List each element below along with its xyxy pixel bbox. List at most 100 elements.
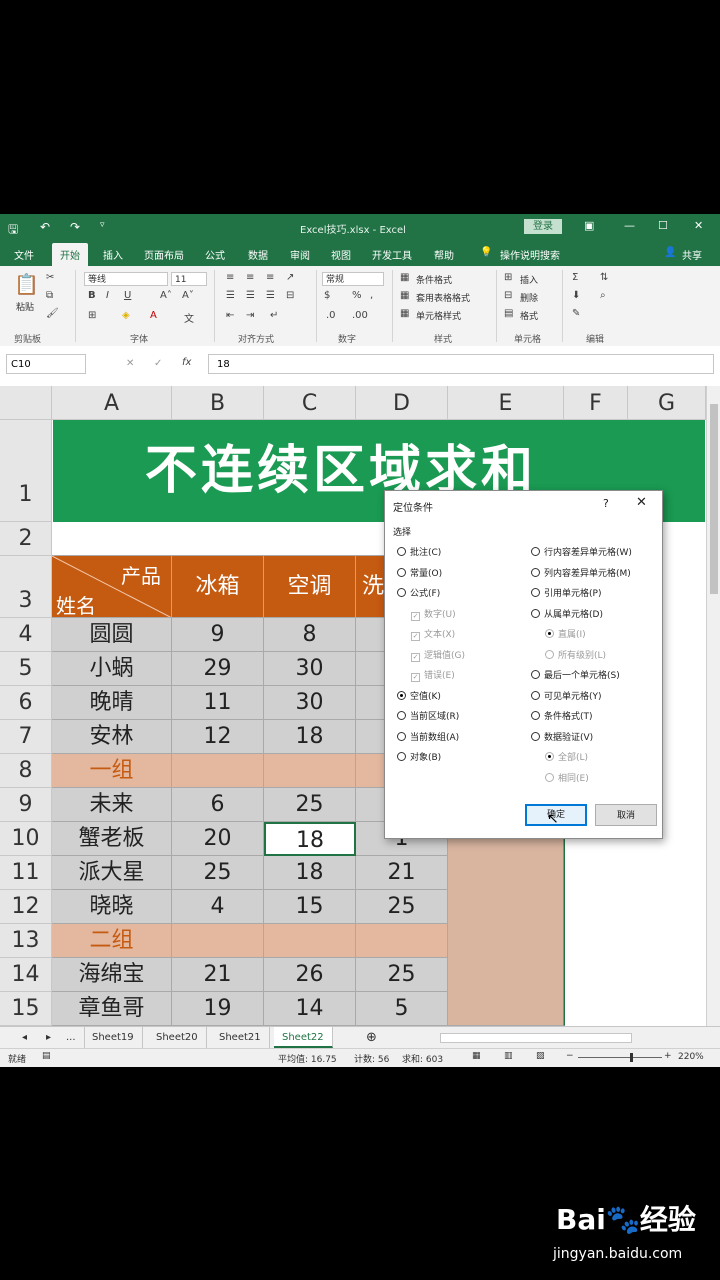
delete-cells-icon[interactable]: ⊟ [504,290,512,301]
cell-styles-button[interactable]: 单元格样式 [416,309,461,322]
autosum-icon[interactable]: Σ [572,272,578,283]
option-radio[interactable]: 对象(B) [397,751,441,765]
italic-icon[interactable]: I [106,290,109,301]
conditional-format-button[interactable]: 条件格式 [416,273,452,286]
format-cells-button[interactable]: 格式 [520,309,538,322]
tab-data[interactable]: 数据 [248,247,268,262]
fill-color-icon[interactable]: ◈ [122,310,130,321]
row-header[interactable]: 5 [0,652,52,686]
tab-page-layout[interactable]: 页面布局 [144,247,184,262]
save-icon[interactable]: 🖫 [8,220,18,241]
name-cell[interactable]: 蟹老板 [52,822,172,856]
column-header-d[interactable]: D [356,386,448,420]
prev-sheet-icon[interactable]: ◂ [14,1027,35,1048]
zoom-slider[interactable] [578,1057,662,1058]
value-cell[interactable] [264,754,356,788]
name-cell[interactable]: 章鱼哥 [52,992,172,1026]
column-header-c[interactable]: C [264,386,356,420]
increase-font-icon[interactable]: A˄ [160,290,172,301]
cut-icon[interactable]: ✂ [46,272,54,283]
value-cell[interactable]: 5 [356,992,448,1026]
wrap-text-icon[interactable]: ↵ [270,310,278,321]
percent-icon[interactable]: % [352,290,362,301]
page-layout-view-icon[interactable]: ▥ [504,1051,513,1061]
customize-icon[interactable]: ▿ [100,220,105,230]
confirm-entry-icon[interactable]: ✓ [154,358,162,369]
tab-review[interactable]: 审阅 [290,247,310,262]
value-cell[interactable]: 14 [264,992,356,1026]
clear-icon[interactable]: ✎ [572,308,580,319]
decrease-indent-icon[interactable]: ⇤ [226,310,234,321]
sheet-tab[interactable]: Sheet19 [84,1027,143,1048]
cancel-button[interactable]: 取消 [595,804,657,826]
align-left-icon[interactable]: ☰ [226,290,235,301]
option-radio[interactable]: 批注(C) [397,546,441,560]
select-all-corner[interactable] [0,386,52,420]
row-header[interactable]: 11 [0,856,52,890]
option-radio[interactable]: 常量(O) [397,567,442,581]
tab-developer[interactable]: 开发工具 [372,247,412,262]
decrease-font-icon[interactable]: A˅ [182,290,194,301]
format-as-table-button[interactable]: 套用表格格式 [416,291,470,304]
row-header[interactable]: 7 [0,720,52,754]
format-table-icon[interactable]: ▦ [400,290,409,301]
column-e-fill[interactable] [448,822,564,1026]
align-bottom-icon[interactable]: ≡ [266,272,274,283]
column-header-g[interactable]: G [628,386,706,420]
row-header[interactable]: 6 [0,686,52,720]
formula-input[interactable]: 18 [208,354,714,374]
value-cell[interactable]: 8 [264,618,356,652]
page-break-view-icon[interactable]: ▨ [536,1051,545,1061]
column-header-a[interactable]: A [52,386,172,420]
option-radio[interactable]: 条件格式(T) [531,710,593,724]
more-sheets[interactable]: ... [58,1027,85,1048]
value-cell[interactable]: 26 [264,958,356,992]
row-header[interactable]: 10 [0,822,52,856]
value-cell[interactable]: 21 [172,958,264,992]
row-header[interactable]: 2 [0,522,52,556]
value-cell[interactable]: 25 [172,856,264,890]
ribbon-display-icon[interactable]: ▣ [584,219,594,232]
value-cell[interactable]: 20 [172,822,264,856]
row-header[interactable]: 13 [0,924,52,958]
group-label-cell[interactable]: 二组 [52,924,172,958]
decrease-decimal-icon[interactable]: .00 [352,310,368,321]
value-cell[interactable]: 4 [172,890,264,924]
value-cell[interactable]: 25 [356,958,448,992]
orientation-icon[interactable]: ↗ [286,272,294,283]
option-radio[interactable]: 列内容差异单元格(M) [531,567,631,581]
insert-cells-button[interactable]: 插入 [520,273,538,286]
zoom-out-icon[interactable]: − [566,1051,574,1061]
cancel-entry-icon[interactable]: ✕ [126,358,134,369]
font-name-select[interactable]: 等线 [84,272,168,286]
fill-icon[interactable]: ⬇ [572,290,580,301]
name-cell[interactable]: 小蜗 [52,652,172,686]
zoom-level[interactable]: 220% [678,1052,704,1062]
option-radio[interactable]: 可见单元格(Y) [531,690,602,704]
column-header-b[interactable]: B [172,386,264,420]
add-sheet-icon[interactable]: ⊕ [358,1027,385,1048]
normal-view-icon[interactable]: ▦ [472,1051,481,1061]
header-corner-cell[interactable]: 产品 姓名 [52,556,172,618]
name-cell[interactable]: 晚晴 [52,686,172,720]
header-cell[interactable]: 冰箱 [172,556,264,618]
value-cell[interactable]: 30 [264,686,356,720]
row-header[interactable]: 12 [0,890,52,924]
merge-icon[interactable]: ⊟ [286,290,294,301]
value-cell[interactable]: 19 [172,992,264,1026]
option-radio[interactable]: 最后一个单元格(S) [531,669,620,683]
value-cell[interactable] [172,924,264,958]
phonetic-icon[interactable]: 文 [184,310,194,325]
row-header[interactable]: 15 [0,992,52,1026]
copy-icon[interactable]: ⧉ [46,290,53,301]
zoom-slider-thumb[interactable] [630,1053,633,1062]
format-cells-icon[interactable]: ▤ [504,308,513,319]
sheet-tab[interactable]: Sheet20 [148,1027,207,1048]
undo-icon[interactable]: ↶ [40,220,50,234]
macro-record-icon[interactable]: ▤ [42,1051,51,1061]
value-cell[interactable]: 9 [172,618,264,652]
next-sheet-icon[interactable]: ▸ [38,1027,59,1048]
name-cell[interactable]: 晓晓 [52,890,172,924]
align-middle-icon[interactable]: ≡ [246,272,254,283]
align-center-icon[interactable]: ☰ [246,290,255,301]
